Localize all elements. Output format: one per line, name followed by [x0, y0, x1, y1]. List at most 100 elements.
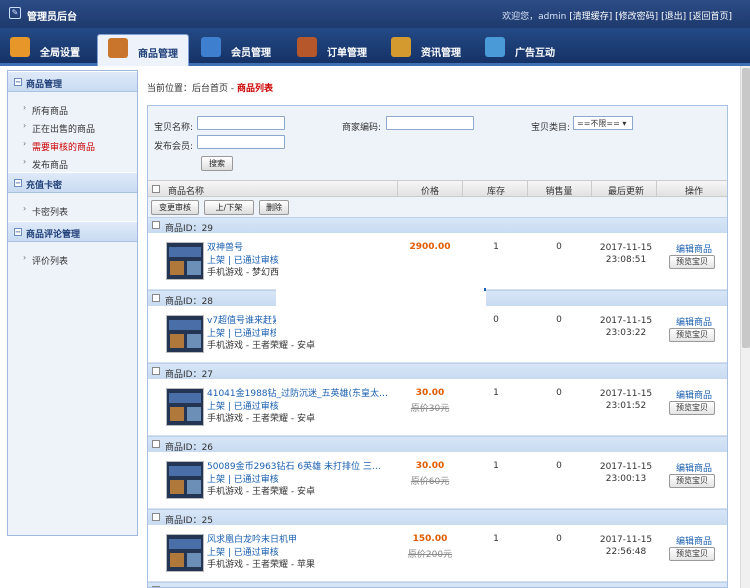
delete-button[interactable]: 删除 — [259, 200, 289, 215]
shelf-toggle-button[interactable]: 上/下架 — [204, 200, 254, 215]
product-name-link[interactable]: 风求凰白龙吟末日机甲 — [207, 532, 389, 545]
category-label: 宝贝类目: — [531, 123, 571, 133]
product-sold: 0 — [556, 315, 562, 325]
name-input[interactable] — [197, 116, 285, 130]
tab-ads[interactable]: 广告互动 — [485, 34, 563, 66]
preview-button[interactable]: 预览宝贝 — [669, 547, 715, 561]
chevron-down-icon: ▾ — [622, 119, 627, 128]
product-thumbnail[interactable] — [166, 388, 204, 426]
row-checkbox[interactable] — [152, 221, 160, 229]
table-row: 50089金币2963钻石 6英雄 未打排位 三元号秒... 上架 | 已通过审核… — [148, 452, 727, 509]
tab-member-management[interactable]: 会员管理 — [201, 34, 279, 66]
product-category: 手机游戏 - 梦幻西 — [207, 268, 279, 278]
tab-product-management[interactable]: 商品管理 — [97, 34, 189, 66]
col-actions: 操作 — [684, 187, 703, 197]
edit-product-link[interactable]: 编辑商品 — [664, 534, 724, 547]
sidebar-item-publish[interactable]: › 发布商品 — [8, 154, 137, 172]
sidebar-group-reviews[interactable]: − 商品评论管理 — [8, 221, 137, 242]
product-name-link[interactable]: 41041金1988钻_过防沉迷_五英雄(东皇太一)... — [207, 386, 389, 399]
sidebar-group-products[interactable]: − 商品管理 — [8, 71, 137, 92]
home-link[interactable]: [返回首页] — [689, 12, 732, 22]
product-thumbnail[interactable] — [166, 315, 204, 353]
grid-icon — [108, 38, 128, 58]
product-original-price: 原价60元 — [410, 477, 450, 487]
product-thumbnail[interactable] — [166, 242, 204, 280]
row-checkbox[interactable] — [152, 367, 160, 375]
tab-global-settings[interactable]: 全局设置 — [10, 34, 88, 66]
product-stock: 1 — [493, 242, 499, 252]
product-category: 手机游戏 - 王者荣耀 - 安卓 — [207, 487, 315, 497]
row-checkbox[interactable] — [152, 513, 160, 521]
product-updated: 2017-11-15 22:56:48 — [599, 535, 653, 557]
product-stock: 1 — [493, 388, 499, 398]
change-audit-button[interactable]: 变更审核 — [151, 200, 199, 215]
preview-button[interactable]: 预览宝贝 — [669, 328, 715, 342]
sidebar: − 商品管理 › 所有商品 › 正在出售的商品 › 需要审核的商品 › 发布商品 − 充值卡… — [7, 70, 138, 536]
sidebar-item-review-list[interactable]: › 评价列表 — [8, 250, 137, 268]
top-bar: ✎ 管理员后台 欢迎您，admin [清理缓存] [修改密码] [退出] [返回… — [0, 0, 750, 28]
preview-button[interactable]: 预览宝贝 — [669, 401, 715, 415]
edit-product-link[interactable]: 编辑商品 — [664, 388, 724, 401]
sidebar-group-recharge[interactable]: − 充值卡密 — [8, 172, 137, 193]
change-password-link[interactable]: [修改密码] — [615, 12, 658, 22]
preview-button[interactable]: 预览宝贝 — [669, 474, 715, 488]
app-title: 管理员后台 — [27, 12, 77, 23]
member-label: 发布会员: — [154, 142, 194, 152]
product-sold: 0 — [556, 534, 562, 544]
wallet-icon — [297, 37, 317, 57]
product-sold: 0 — [556, 388, 562, 398]
product-thumbnail[interactable] — [166, 461, 204, 499]
product-id-row: 商品ID：26 — [148, 436, 727, 453]
product-stock: 1 — [493, 534, 499, 544]
product-id-row: 商品ID：29 — [148, 217, 727, 234]
edit-product-link[interactable]: 编辑商品 — [664, 242, 724, 255]
product-updated: 2017-11-15 23:03:22 — [599, 316, 653, 338]
product-id-row: 商品ID：25 — [148, 509, 727, 526]
select-all-checkbox[interactable] — [152, 185, 160, 193]
product-id-row: 商品ID：27 — [148, 363, 727, 380]
tab-order-management[interactable]: 订单管理 — [297, 34, 375, 66]
sidebar-item-on-sale[interactable]: › 正在出售的商品 — [8, 118, 137, 136]
preview-button[interactable]: 预览宝贝 — [669, 255, 715, 269]
scrollbar-thumb[interactable] — [742, 68, 750, 348]
toolbox-icon — [10, 37, 30, 57]
sidebar-item-pending-review[interactable]: › 需要审核的商品 — [8, 136, 137, 154]
top-links: 欢迎您，admin [清理缓存] [修改密码] [退出] [返回首页] — [502, 9, 732, 22]
collapse-icon: − — [14, 78, 22, 86]
edit-product-link[interactable]: 编辑商品 — [664, 315, 724, 328]
logout-link[interactable]: [退出] — [661, 12, 686, 22]
member-input[interactable] — [197, 135, 285, 149]
chevron-right-icon: › — [23, 204, 27, 213]
code-label: 商家编码: — [342, 123, 382, 133]
product-sold: 0 — [556, 461, 562, 471]
breadcrumb: 当前位置：后台首页 - 商品列表 — [147, 84, 273, 94]
col-stock: 库存 — [486, 187, 505, 197]
product-id-row: 商品ID：24 — [148, 582, 727, 587]
product-thumbnail[interactable] — [166, 534, 204, 572]
sidebar-item-all-products[interactable]: › 所有商品 — [8, 100, 137, 118]
tab-news-management[interactable]: 资讯管理 — [391, 34, 469, 66]
page-scrollbar[interactable] — [740, 66, 750, 588]
product-name-link[interactable]: 50089金币2963钻石 6英雄 未打排位 三元号秒... — [207, 459, 389, 472]
product-sold: 0 — [556, 242, 562, 252]
table-row: 双神兽号 上架 | 已通过审核 手机游戏 - 梦幻西 2900.00 1 0 2017-11… — [148, 233, 727, 290]
search-button[interactable]: 搜索 — [201, 156, 233, 171]
product-category: 手机游戏 - 王者荣耀 - 苹果 — [207, 560, 315, 570]
row-checkbox[interactable] — [152, 294, 160, 302]
table-header: 商品名称 价格 库存 销售量 最后更新 操作 — [148, 180, 727, 197]
sidebar-item-card-list[interactable]: › 卡密列表 — [8, 201, 137, 219]
category-select[interactable]: ==不限== ▾ — [573, 116, 633, 130]
product-panel: 宝贝名称: 商家编码: 宝贝类目: ==不限== ▾ 发布会员: 搜索 商品名称… — [147, 105, 728, 588]
clear-cache-link[interactable]: [清理缓存] — [569, 12, 612, 22]
window-icon — [485, 37, 505, 57]
product-updated: 2017-11-15 23:00:13 — [599, 462, 653, 484]
col-price: 价格 — [420, 187, 439, 197]
main-tab-bar: 全局设置 商品管理 会员管理 订单管理 资讯管理 广告互动 — [0, 28, 750, 66]
row-checkbox[interactable] — [152, 440, 160, 448]
chevron-right-icon: › — [23, 253, 27, 262]
code-input[interactable] — [386, 116, 474, 130]
product-name-link[interactable]: 双神兽号 — [207, 240, 389, 253]
col-sold: 销售量 — [545, 187, 573, 197]
product-price: 30.00 — [415, 461, 445, 471]
edit-product-link[interactable]: 编辑商品 — [664, 461, 724, 474]
